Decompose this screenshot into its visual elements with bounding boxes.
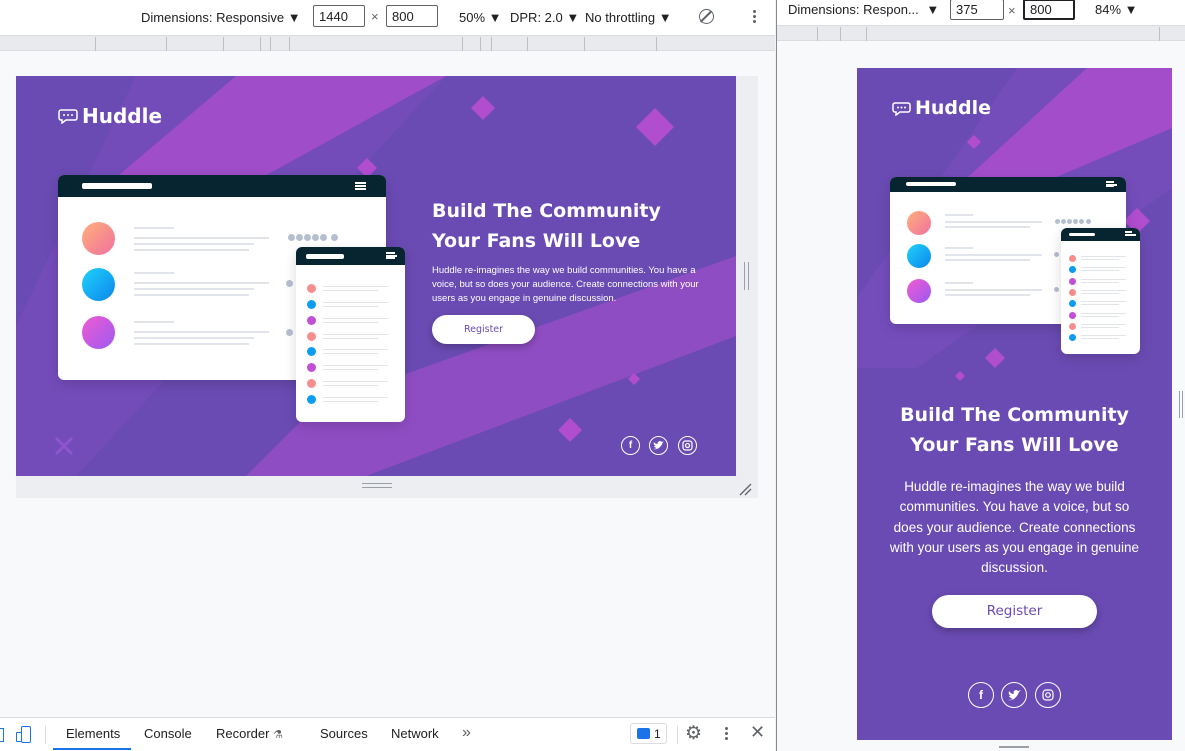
chat-bubble-icon <box>58 109 78 124</box>
dropdown-arrow-icon: ▼ <box>1124 2 1138 17</box>
throttling-dropdown[interactable]: No throttling ▼ <box>585 10 672 25</box>
dropdown-arrow-icon: ▼ <box>658 10 672 25</box>
mobile-register-button[interactable]: Register <box>932 595 1097 628</box>
mobile-zoom-dropdown[interactable]: 84% ▼ <box>1095 2 1138 17</box>
mobile-logo-text: Huddle <box>915 97 992 119</box>
width-input[interactable] <box>313 5 365 27</box>
hero-title-line2: Your Fans Will Love <box>432 230 641 252</box>
mobile-hero-description: Huddle re-imagines the way we build comm… <box>889 479 1140 576</box>
mobile-mockup-mobile-window <box>1061 228 1140 354</box>
more-tabs-button[interactable]: » <box>462 724 471 742</box>
resize-handle-right[interactable] <box>736 76 758 476</box>
mobile-logo[interactable]: Huddle <box>892 97 991 119</box>
dimension-times: × <box>371 9 379 24</box>
dropdown-arrow-icon: ▼ <box>566 10 580 25</box>
mobile-bottom-resize-handle[interactable] <box>999 746 1029 748</box>
dropdown-arrow-icon: ▼ <box>488 10 502 25</box>
tab-elements[interactable]: Elements <box>66 726 120 741</box>
mockup-mobile-window <box>296 247 405 422</box>
zoom-dropdown[interactable]: 50% ▼ <box>459 10 502 25</box>
mobile-media-query-ruler[interactable] <box>777 25 1185 41</box>
issues-counter[interactable]: 1 <box>630 723 667 744</box>
logo[interactable]: Huddle <box>58 104 162 128</box>
mobile-device-pane: Dimensions: Respon... ▼ × 84% ▼ Huddle <box>776 0 1185 751</box>
flask-icon: ⚗ <box>273 729 283 741</box>
mockup-title-bar <box>58 175 386 197</box>
mobile-zoom-label: 84% <box>1095 2 1122 17</box>
hamburger-icon <box>1125 231 1136 236</box>
mobile-width-input[interactable] <box>950 0 1004 20</box>
desktop-viewport: Huddle Build The Community Your Fans Wil… <box>0 51 775 717</box>
hero-title-line1: Build The Community <box>432 200 661 222</box>
message-icon <box>637 728 650 739</box>
chat-bubble-icon <box>892 101 911 116</box>
mobile-hero-title-line2: Your Fans Will Love <box>910 434 1119 456</box>
huddle-desktop-page: Huddle Build The Community Your Fans Wil… <box>16 76 736 476</box>
resize-handle-bottom[interactable] <box>16 476 758 498</box>
zoom-label: 50% <box>459 10 486 25</box>
corner-resize-icon[interactable] <box>738 482 752 496</box>
tab-console[interactable]: Console <box>144 726 192 741</box>
settings-gear-icon[interactable]: ⚙ <box>685 723 702 745</box>
facebook-icon[interactable]: f <box>968 682 994 708</box>
device-toggle-icon[interactable] <box>16 726 32 743</box>
dpr-label: DPR: 2.0 <box>510 10 563 25</box>
tab-recorder-label: Recorder <box>216 726 270 741</box>
devtools-tab-bar: Elements Console Recorder ⚗ Sources Netw… <box>0 717 775 751</box>
dimensions-label-mobile: Dimensions: Respon... <box>788 2 919 17</box>
customize-menu-icon[interactable] <box>725 727 729 743</box>
issues-count: 1 <box>654 726 661 741</box>
facebook-icon[interactable]: f <box>621 436 640 455</box>
register-button[interactable]: Register <box>432 315 535 344</box>
rotate-icon[interactable] <box>699 9 714 24</box>
hamburger-icon <box>355 182 366 190</box>
mockup-mobile-bar <box>296 247 405 265</box>
device-toolbar: Dimensions: Responsive ▼ × 50% ▼ DPR: 2.… <box>0 0 775 35</box>
instagram-icon[interactable] <box>678 436 697 455</box>
mockup-title-bar <box>890 177 1126 192</box>
huddle-mobile-page: Huddle Build The Community Your Fans Wil… <box>857 68 1172 740</box>
mobile-resize-handle[interactable] <box>1179 391 1183 418</box>
dropdown-arrow-icon: ▼ <box>926 2 940 17</box>
tab-sources[interactable]: Sources <box>320 726 368 741</box>
dimensions-dropdown[interactable]: Dimensions: Responsive ▼ <box>141 10 301 25</box>
hamburger-icon <box>1106 181 1117 187</box>
mockup-mobile-bar <box>1061 228 1140 241</box>
hamburger-icon <box>386 252 397 259</box>
throttling-label: No throttling <box>585 10 656 25</box>
more-options-icon[interactable] <box>752 9 756 25</box>
active-tab-indicator <box>53 748 131 750</box>
dropdown-arrow-icon: ▼ <box>287 10 301 25</box>
media-query-ruler[interactable] <box>0 35 775 51</box>
logo-text: Huddle <box>82 104 163 128</box>
hero-title: Build The Community Your Fans Will Love <box>432 196 661 256</box>
tab-recorder[interactable]: Recorder ⚗ <box>216 726 283 741</box>
mobile-hero-title: Build The Community Your Fans Will Love <box>857 400 1172 460</box>
hero-description: Huddle re-imagines the way we build comm… <box>432 265 699 304</box>
dimensions-dropdown-mobile[interactable]: Dimensions: Respon... ▼ <box>788 2 939 17</box>
mobile-height-input[interactable] <box>1023 0 1075 20</box>
mobile-hero-title-line1: Build The Community <box>900 404 1129 426</box>
dimensions-label: Dimensions: Responsive <box>141 10 285 25</box>
height-input[interactable] <box>386 5 438 27</box>
tab-network[interactable]: Network <box>391 726 439 741</box>
dpr-dropdown[interactable]: DPR: 2.0 ▼ <box>510 10 579 25</box>
close-devtools-icon[interactable]: ✕ <box>750 722 765 743</box>
instagram-icon[interactable] <box>1035 682 1061 708</box>
mobile-dimension-times: × <box>1008 3 1016 18</box>
twitter-icon[interactable] <box>649 436 668 455</box>
inspect-element-icon[interactable] <box>0 728 4 742</box>
twitter-icon[interactable] <box>1001 682 1027 708</box>
